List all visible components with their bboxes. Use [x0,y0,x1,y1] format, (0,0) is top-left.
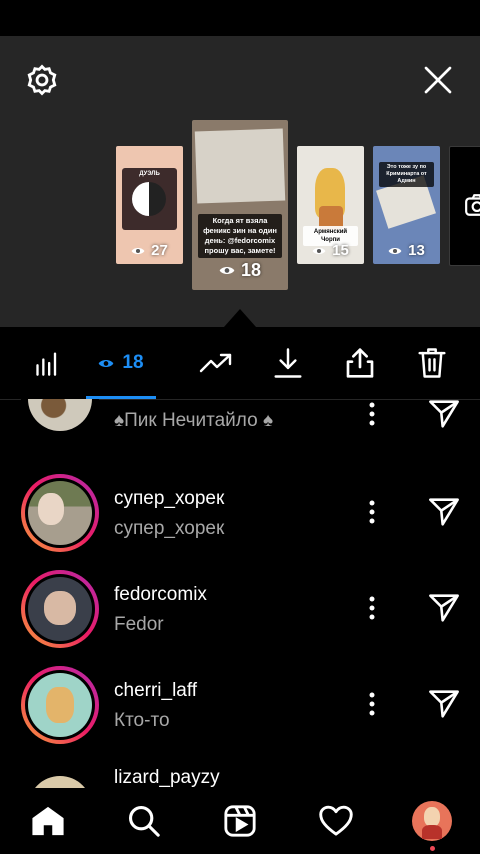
send-icon [429,498,459,526]
search-icon [128,805,160,837]
heart-shape [132,182,166,216]
share-icon [346,348,374,378]
bottom-navigation [0,788,480,854]
more-button[interactable] [358,399,386,434]
more-button[interactable] [358,588,386,628]
share-button[interactable] [326,327,394,399]
delete-button[interactable] [398,327,466,399]
more-vertical-icon [369,500,375,524]
close-icon [424,66,452,94]
views-count: 13 [408,242,425,259]
thumbnail-label: ДУЭЛЬ [139,171,160,177]
avatar [21,399,99,438]
send-button[interactable] [422,684,466,724]
send-button[interactable] [422,399,466,434]
thumbnail-views: 13 [373,242,440,259]
notification-dot [430,846,435,851]
views-count: 27 [151,242,168,259]
more-vertical-icon [369,596,375,620]
eye-icon [219,267,235,274]
viewer-row[interactable]: fedorcomix Fedor [0,567,480,663]
views-count: 15 [332,242,349,259]
viewer-row[interactable]: ♠Пик Нечитайло ♠ [0,399,480,447]
thumbnail-views: 27 [116,242,183,259]
nav-activity[interactable] [288,788,384,854]
viewer-username: fedorcomix [114,584,207,605]
more-button[interactable] [358,492,386,532]
avatar [21,666,99,744]
profile-avatar [412,801,452,841]
trending-up-icon [199,353,232,373]
viewer-full-name: ♠Пик Нечитайло ♠ [114,410,274,431]
more-vertical-icon [369,692,375,716]
story-toolbar: 18 [0,327,480,400]
eye-icon [131,247,145,254]
status-bar [0,0,480,36]
nav-reels[interactable] [192,788,288,854]
more-button[interactable] [358,684,386,724]
add-story-tile[interactable] [449,146,480,266]
nav-search[interactable] [96,788,192,854]
thumbnail-image [194,128,286,204]
close-button[interactable] [418,60,458,100]
viewer-full-name: Кто-то [114,710,170,731]
send-icon [429,594,459,622]
viewers-tab[interactable]: 18 [86,327,156,399]
viewer-full-name: Fedor [114,614,164,635]
home-icon [32,806,64,836]
viewer-row[interactable]: lizard_payzy [0,759,480,788]
thumbnail-views: 18 [192,260,288,281]
story-thumbnail-selected[interactable]: Когда ят взяла феникс зин на один день: … [192,120,288,290]
heart-icon [319,805,353,836]
viewer-username: cherri_laff [114,680,198,701]
viewer-row[interactable]: cherri_laff Кто-то [0,663,480,759]
eye-icon [312,247,326,254]
nav-profile[interactable] [384,788,480,854]
more-vertical-icon [369,402,375,426]
viewers-list: ♠Пик Нечитайло ♠ супер_хорек супер_хорек… [0,399,480,788]
viewer-username: супер_хорек [114,488,225,509]
reels-icon [224,805,256,837]
avatar [21,570,99,648]
send-icon [429,400,459,428]
thumbnail-image: ДУЭЛЬ [122,168,177,230]
thumbnail-caption: Это тоже зу по Криминарта от Админ [379,162,434,187]
viewer-row[interactable]: супер_хорек супер_хорек [0,471,480,567]
eye-icon [99,359,114,367]
avatar [21,769,99,788]
nav-home[interactable] [0,788,96,854]
send-button[interactable] [422,588,466,628]
story-thumbnail[interactable]: Это тоже зу по Криминарта от Админ 13 [373,146,440,264]
camera-icon [465,194,480,216]
avatar [21,474,99,552]
story-thumbnail[interactable]: ДУЭЛЬ 27 [116,146,183,264]
viewer-full-name: супер_хорек [114,518,225,539]
download-icon [274,348,302,378]
thumbnail-caption: Когда ят взяла феникс зин на один день: … [198,214,282,258]
viewer-username: lizard_payzy [114,767,220,788]
promote-button[interactable] [182,327,250,399]
send-button[interactable] [422,492,466,532]
selection-pointer [224,309,256,327]
bar-chart-icon [36,352,57,376]
insights-button[interactable] [14,327,82,399]
thumbnail-views: 15 [297,242,364,259]
eye-icon [388,247,402,254]
viewers-count: 18 [122,352,144,373]
gear-icon [27,64,57,96]
views-count: 18 [240,260,262,280]
story-archive-panel: ДУЭЛЬ 27 Когда ят взяла феникс зин на од… [0,36,480,327]
trash-icon [418,348,446,378]
story-thumbnail[interactable]: Армянский Чорпи 15 [297,146,364,264]
send-icon [429,690,459,718]
download-button[interactable] [254,327,322,399]
settings-button[interactable] [22,60,62,100]
